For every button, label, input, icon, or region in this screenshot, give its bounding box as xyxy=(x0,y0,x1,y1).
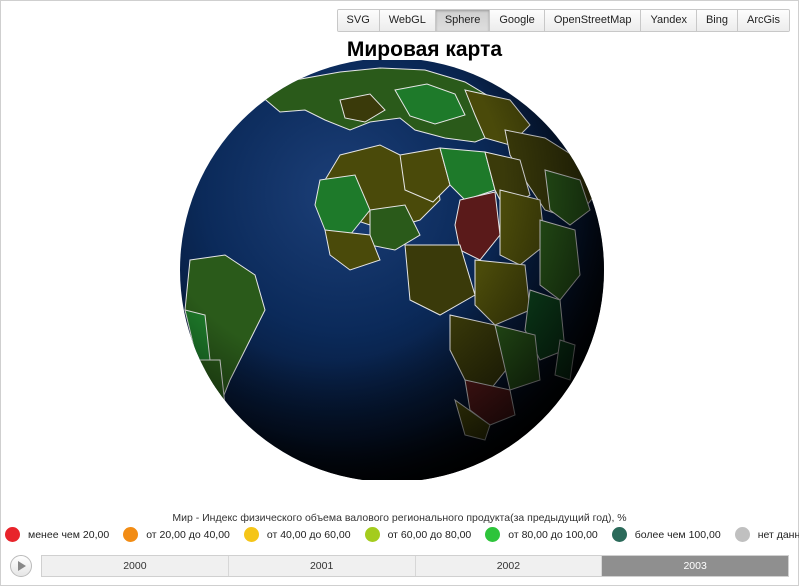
legend-swatch xyxy=(611,527,627,542)
legend-swatch xyxy=(734,527,750,542)
tab-webgl[interactable]: WebGL xyxy=(378,10,435,31)
timeline: 2000 2001 2002 2003 xyxy=(10,555,789,577)
legend-item[interactable]: от 60,00 до 80,00 xyxy=(364,527,472,542)
legend-label: от 60,00 до 80,00 xyxy=(387,528,472,541)
tab-openstreetmap[interactable]: OpenStreetMap xyxy=(543,10,641,31)
globe[interactable] xyxy=(165,58,620,482)
legend-label: от 80,00 до 100,00 xyxy=(508,528,598,541)
globe-svg[interactable] xyxy=(165,58,620,482)
timeline-year-2000[interactable]: 2000 xyxy=(42,556,228,576)
timeline-year-2003[interactable]: 2003 xyxy=(601,556,788,576)
tab-svg[interactable]: SVG xyxy=(337,10,379,31)
legend-label: от 20,00 до 40,00 xyxy=(146,528,230,541)
tab-bing[interactable]: Bing xyxy=(695,10,737,31)
tab-sphere[interactable]: Sphere xyxy=(434,10,490,31)
tab-yandex[interactable]: Yandex xyxy=(640,10,696,31)
timeline-track[interactable]: 2000 2001 2002 2003 xyxy=(41,555,789,577)
legend-label: менее чем 20,00 xyxy=(28,528,110,541)
legend: менее чем 20,00 от 20,00 до 40,00 от 40,… xyxy=(5,527,799,542)
legend-label: от 40,00 до 60,00 xyxy=(266,528,351,541)
legend-swatch xyxy=(364,527,380,542)
legend-item[interactable]: от 40,00 до 60,00 xyxy=(243,527,351,542)
legend-item[interactable]: нет данных xyxy=(734,527,799,542)
legend-title: Мир - Индекс физического объема валового… xyxy=(172,512,627,524)
map-type-toolbar: SVG WebGL Sphere Google OpenStreetMap Ya… xyxy=(336,9,790,32)
legend-item[interactable]: от 80,00 до 100,00 xyxy=(485,527,598,542)
legend-item[interactable]: менее чем 20,00 xyxy=(5,527,109,542)
legend-label: более чем 100,00 xyxy=(634,528,721,541)
timeline-year-2002[interactable]: 2002 xyxy=(414,556,602,576)
legend-item[interactable]: от 20,00 до 40,00 xyxy=(123,527,230,542)
play-icon xyxy=(18,561,26,571)
legend-swatch xyxy=(5,527,20,542)
legend-swatch xyxy=(243,527,259,542)
legend-swatch xyxy=(485,527,501,542)
legend-item[interactable]: более чем 100,00 xyxy=(611,527,721,542)
map-title: Мировая карта xyxy=(346,38,503,61)
tab-google[interactable]: Google xyxy=(489,10,544,31)
legend-label: нет данных xyxy=(757,528,799,541)
play-button[interactable] xyxy=(10,555,32,577)
tab-arcgis[interactable]: ArcGis xyxy=(737,10,789,31)
globe-shading xyxy=(180,58,604,482)
timeline-year-2001[interactable]: 2001 xyxy=(227,556,415,576)
legend-swatch xyxy=(123,527,139,542)
